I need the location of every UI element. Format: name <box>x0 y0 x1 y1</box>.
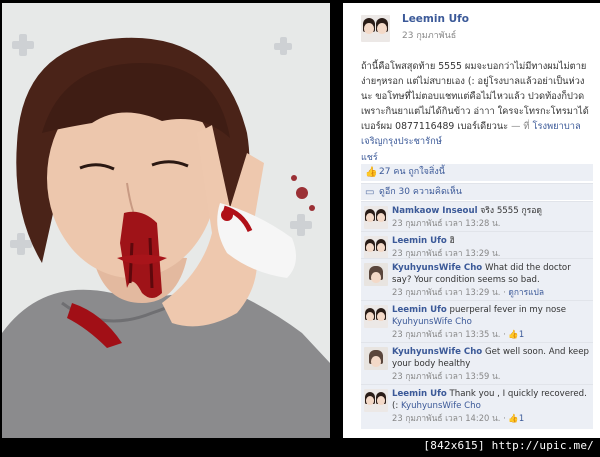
like-icon[interactable]: 👍 <box>508 329 518 339</box>
comment-timestamp[interactable]: 23 กุมภาพันธ์ เวลา 13:29 น. <box>392 248 500 258</box>
comment-timestamp[interactable]: 23 กุมภาพันธ์ เวลา 13:59 น. <box>392 371 500 381</box>
comment-text: puerperal fever in my nose <box>449 305 567 315</box>
commenter-name[interactable]: KyuhyunsWife Cho <box>392 347 482 357</box>
commenter-name[interactable]: Leemin Ufo <box>392 389 447 399</box>
comment-item: Leemin Ufo puerperal fever in my nose Ky… <box>361 300 593 342</box>
author-avatar[interactable] <box>361 15 390 42</box>
upic-watermark: [842x615] http://upic.me/ <box>423 439 594 452</box>
commenter-avatar[interactable] <box>364 206 388 229</box>
view-more-comments[interactable]: ▭ ดูอีก 30 ความคิดเห็น <box>361 183 593 200</box>
post-text: ถ้านี้คือโพสสุดท้าย 5555 ผมจะบอกว่าไม่มี… <box>361 59 593 149</box>
comment-item: KyuhyunsWife Cho Get well soon. And keep… <box>361 342 593 384</box>
view-more-comments-text[interactable]: ดูอีก 30 ความคิดเห็น <box>379 187 462 197</box>
comment-like-count[interactable]: 1 <box>519 413 524 423</box>
mention-link[interactable]: KyuhyunsWife Cho <box>401 401 481 411</box>
see-translation-link[interactable]: ดูการแปล <box>508 287 544 297</box>
comment-item: Leemin Ufo ฮิ 23 กุมภาพันธ์ เวลา 13:29 น… <box>361 231 593 259</box>
thumbs-up-icon: 👍 <box>365 167 378 178</box>
likes-summary[interactable]: 👍 27 คน ถูกใจสิ่งนี้ <box>361 164 593 181</box>
comment-text: จริง 5555 กูรอดู <box>480 206 543 216</box>
post-header: Leemin Ufo 23 กุมภาพันธ์ <box>361 13 596 45</box>
photo-illustration <box>2 3 330 438</box>
comment-timestamp[interactable]: 23 กุมภาพันธ์ เวลา 14:20 น. <box>392 413 500 423</box>
commenter-name[interactable]: Namkaow Inseoul <box>392 206 478 216</box>
author-name-link[interactable]: Leemin Ufo <box>402 13 469 25</box>
commenter-avatar[interactable] <box>364 263 388 286</box>
commenter-name[interactable]: Leemin Ufo <box>392 236 447 246</box>
share-link[interactable]: แชร์ <box>361 150 378 164</box>
post-date[interactable]: 23 กุมภาพันธ์ <box>402 28 456 42</box>
comment-item: Namkaow Inseoul จริง 5555 กูรอดู 23 กุมภ… <box>361 201 593 231</box>
comment-timestamp[interactable]: 23 กุมภาพันธ์ เวลา 13:29 น. <box>392 287 500 297</box>
likes-count-text[interactable]: 27 คน ถูกใจสิ่งนี้ <box>379 167 445 177</box>
comment-timestamp[interactable]: 23 กุมภาพันธ์ เวลา 13:35 น. <box>392 329 500 339</box>
comment-timestamp[interactable]: 23 กุมภาพันธ์ เวลา 13:28 น. <box>392 218 500 228</box>
comment-text: ฮิ <box>449 236 455 246</box>
comment-bubble-icon: ▭ <box>365 187 375 198</box>
commenter-avatar[interactable] <box>364 347 388 370</box>
facebook-post-panel: Leemin Ufo 23 กุมภาพันธ์ ถ้านี้คือโพสสุด… <box>343 3 600 438</box>
like-icon[interactable]: 👍 <box>508 413 518 423</box>
comment-item: KyuhyunsWife Cho What did the doctor say… <box>361 258 593 300</box>
selfie-photo <box>2 3 330 438</box>
comment-item: Leemin Ufo Thank you , I quickly recover… <box>361 384 593 429</box>
mention-link[interactable]: KyuhyunsWife Cho <box>392 317 472 327</box>
commenter-avatar[interactable] <box>364 389 388 412</box>
commenter-name[interactable]: Leemin Ufo <box>392 305 447 315</box>
commenter-name[interactable]: KyuhyunsWife Cho <box>392 263 482 273</box>
commenter-avatar[interactable] <box>364 236 388 259</box>
location-separator: — ที่ <box>511 121 530 132</box>
comment-like-count[interactable]: 1 <box>519 329 524 339</box>
commenter-avatar[interactable] <box>364 305 388 328</box>
